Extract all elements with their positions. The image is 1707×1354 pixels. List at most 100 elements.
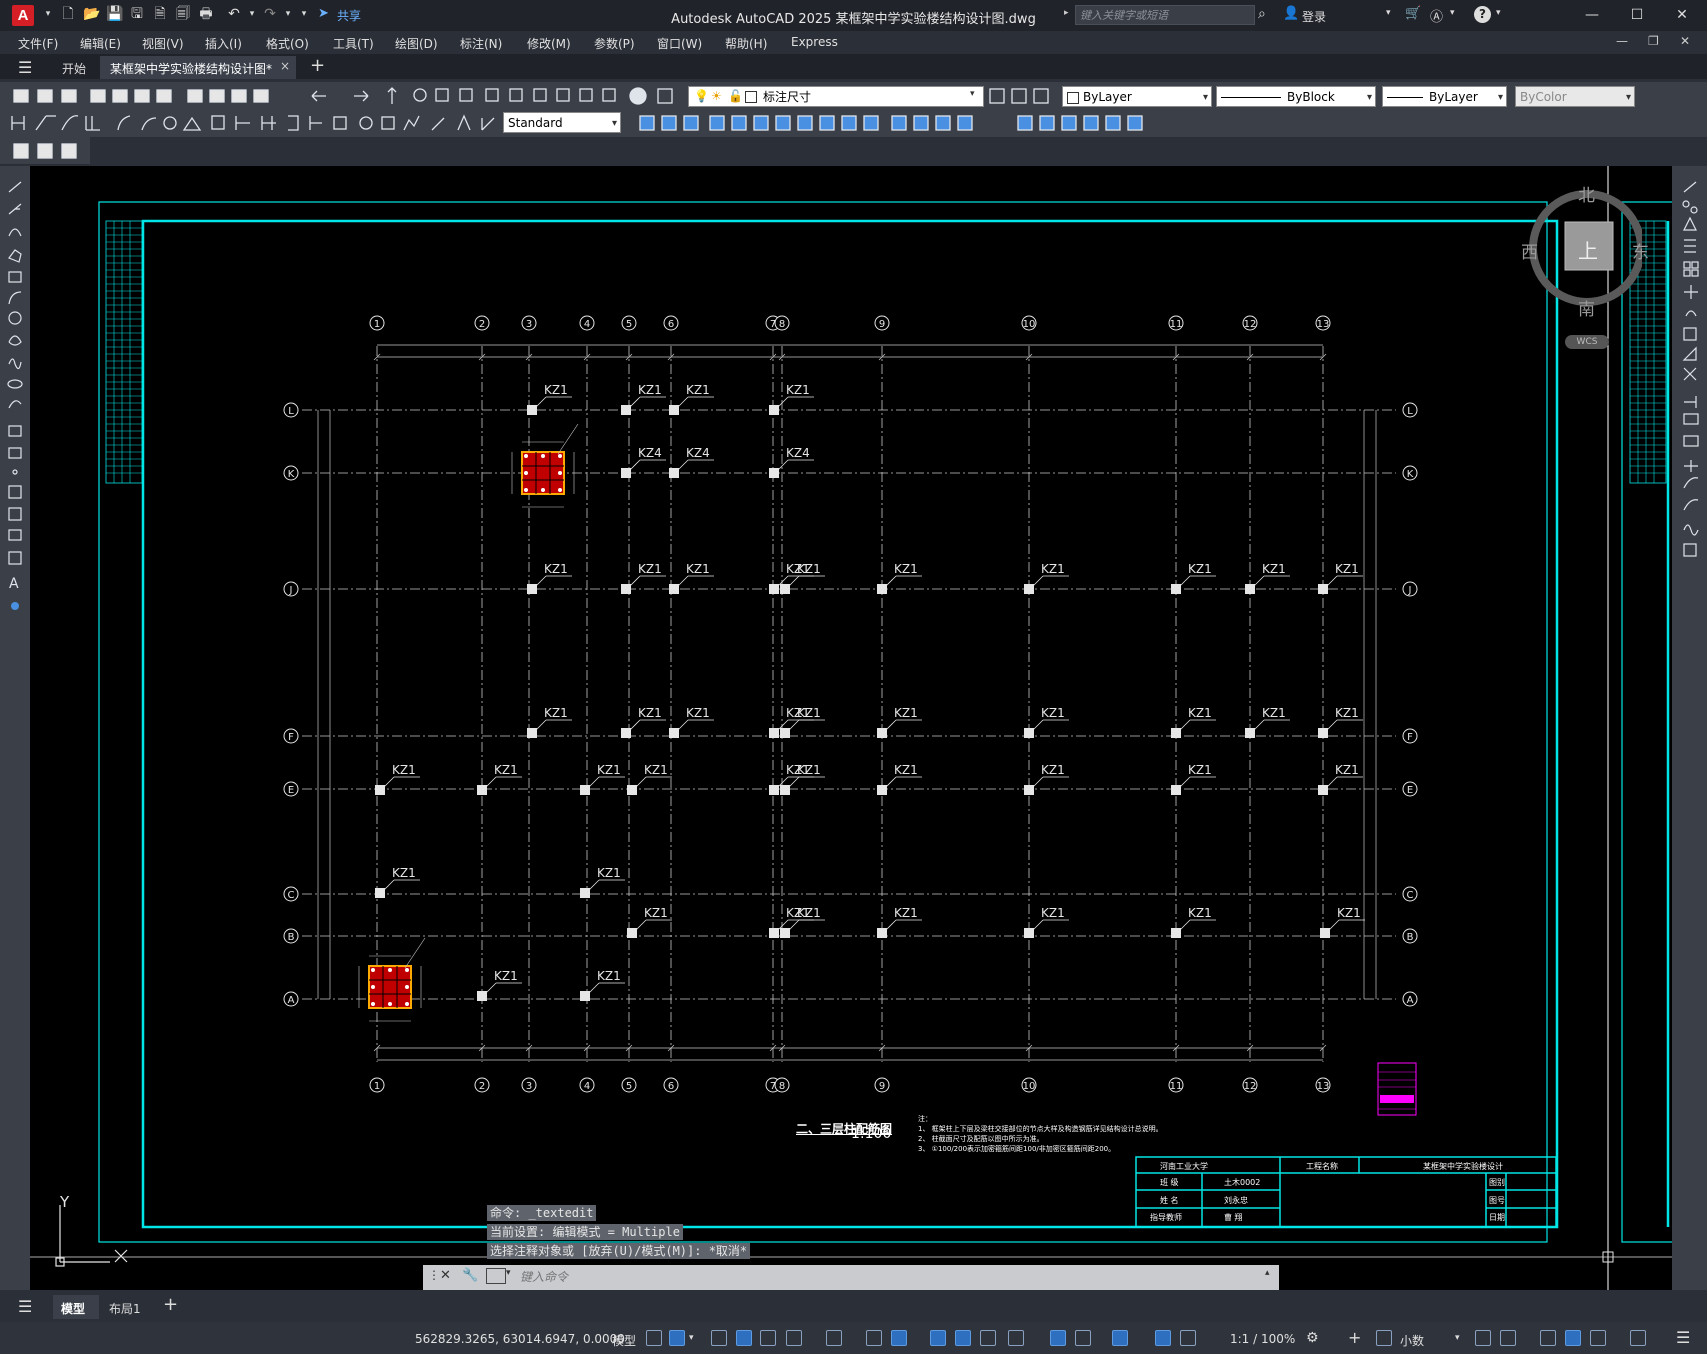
frame-column[interactable]: KZ1 — [627, 763, 672, 795]
object-snap-icon[interactable] — [891, 1330, 907, 1346]
frame-column[interactable]: KZ1 — [877, 763, 922, 795]
command-input[interactable]: 键入命令 — [520, 1266, 1260, 1288]
quick-properties-icon[interactable] — [1475, 1330, 1491, 1346]
command-grip-icon[interactable]: ⋮ — [428, 1268, 440, 1282]
column-tag: KZ1 — [1337, 906, 1361, 920]
frame-column[interactable]: KZ1 — [627, 906, 672, 938]
graphics-performance-icon[interactable] — [1565, 1330, 1581, 1346]
viewcube-north[interactable]: 北 — [1578, 181, 1595, 206]
coordinate-readout[interactable]: 562829.3265, 63014.6947, 0.0000 — [415, 1332, 625, 1346]
column-tag: KZ1 — [1041, 763, 1065, 777]
object-snap-tracking-icon[interactable] — [866, 1330, 882, 1346]
viewcube-west[interactable]: 西 — [1521, 238, 1538, 263]
frame-column[interactable]: KZ1 — [1320, 906, 1365, 938]
command-recent-arrow-icon[interactable]: ▾ — [506, 1268, 511, 1278]
frame-column[interactable]: KZ1 — [375, 866, 420, 898]
annotation-monitor-icon[interactable]: + — [1348, 1328, 1361, 1347]
hardware-accel-icon[interactable] — [1590, 1330, 1606, 1346]
viewcube-south[interactable]: 南 — [1578, 295, 1595, 320]
frame-column[interactable]: KZ1 — [621, 383, 666, 415]
axis-bubble-right-L: L — [1402, 402, 1418, 418]
isodraft-icon[interactable] — [826, 1330, 842, 1346]
column-tag: KZ1 — [1335, 763, 1359, 777]
svg-text:3: 3 — [526, 1081, 532, 1092]
title-block-advisor-label: 指导教师 — [1150, 1213, 1182, 1222]
3d-osnap-icon[interactable] — [1008, 1330, 1024, 1346]
gizmo-icon[interactable] — [1112, 1330, 1128, 1346]
frame-column[interactable]: KZ1 — [527, 706, 572, 738]
snap-icon[interactable] — [669, 1330, 685, 1346]
command-close-icon[interactable]: ✕ — [440, 1268, 451, 1283]
frame-column[interactable]: KZ1 — [477, 763, 522, 795]
axis-bubble-left-J: J — [283, 581, 299, 597]
units-icon[interactable] — [1376, 1330, 1392, 1346]
frame-column[interactable]: KZ4 — [621, 446, 666, 478]
layout-menu-icon[interactable]: ☰ — [18, 1297, 32, 1316]
command-customize-icon[interactable]: 🔧 — [462, 1268, 478, 1283]
grid-icon[interactable] — [646, 1330, 662, 1346]
polar-icon[interactable] — [786, 1330, 802, 1346]
transparency-icon[interactable] — [955, 1330, 971, 1346]
axis-bubble-top-3: 3 — [521, 315, 537, 331]
frame-column[interactable]: KZ1 — [1245, 706, 1290, 738]
frame-column[interactable]: KZ1 — [477, 969, 522, 1001]
ortho-icon[interactable] — [760, 1330, 776, 1346]
command-history-toggle-icon[interactable]: ▴ — [1265, 1268, 1270, 1278]
infer-constraints-icon[interactable] — [711, 1330, 727, 1346]
customize-status-icon[interactable]: ☰ — [1676, 1328, 1690, 1347]
dynamic-input-icon[interactable] — [736, 1330, 752, 1346]
annotation-visibility-icon[interactable] — [1155, 1330, 1171, 1346]
frame-column[interactable]: KZ1 — [1318, 763, 1363, 795]
svg-text:9: 9 — [879, 319, 885, 330]
frame-column[interactable]: KZ1 — [621, 706, 666, 738]
viewcube-top-face[interactable]: 上 — [1578, 235, 1598, 264]
command-prompt-icon[interactable] — [486, 1268, 506, 1284]
lineweight-icon[interactable] — [930, 1330, 946, 1346]
selection-cycling-icon[interactable] — [980, 1330, 996, 1346]
dynamic-ucs-icon[interactable] — [1050, 1330, 1066, 1346]
wcs-menu[interactable]: WCS — [1565, 335, 1609, 349]
frame-column[interactable]: KZ1 — [1318, 706, 1363, 738]
model-space-button[interactable]: 模型 — [612, 1332, 636, 1349]
frame-column[interactable]: KZ1 — [1171, 906, 1216, 938]
frame-column[interactable]: KZ1 — [1171, 706, 1216, 738]
svg-text:12: 12 — [1244, 1081, 1257, 1092]
viewcube-east[interactable]: 东 — [1632, 238, 1649, 263]
frame-column[interactable]: KZ1 — [877, 706, 922, 738]
selection-filter-icon[interactable] — [1075, 1330, 1091, 1346]
title-block-advisor: 曹 翔 — [1224, 1213, 1243, 1222]
title-block-name-label: 姓 名 — [1160, 1196, 1179, 1205]
column-tag: KZ1 — [1335, 706, 1359, 720]
add-layout-icon[interactable]: + — [163, 1294, 178, 1315]
axis-bubble-bottom-13: 13 — [1315, 1077, 1331, 1093]
axis-bubble-left-A: A — [283, 991, 299, 1007]
frame-column[interactable]: KZ1 — [669, 706, 714, 738]
units-arrow-icon[interactable]: ▾ — [1455, 1333, 1460, 1343]
isolate-objects-icon[interactable] — [1540, 1330, 1556, 1346]
tab-layout1[interactable]: 布局1 — [109, 1300, 141, 1317]
axis-bubble-top-9: 9 — [874, 315, 890, 331]
svg-text:J: J — [289, 585, 293, 596]
frame-column[interactable]: KZ1 — [1318, 562, 1363, 594]
clean-screen-icon[interactable] — [1630, 1330, 1646, 1346]
column-tag: KZ1 — [644, 906, 668, 920]
units-value[interactable]: 小数 — [1400, 1332, 1424, 1349]
snap-arrow-icon[interactable]: ▾ — [689, 1333, 694, 1343]
column-tag: KZ1 — [1188, 763, 1212, 777]
annotation-scale[interactable]: 1:1 / 100% — [1230, 1332, 1295, 1346]
frame-column[interactable]: KZ1 — [621, 562, 666, 594]
frame-column[interactable]: KZ1 — [1171, 763, 1216, 795]
frame-column[interactable]: KZ1 — [375, 763, 420, 795]
frame-column[interactable]: KZ1 — [1024, 763, 1069, 795]
workspace-gear-icon[interactable]: ⚙ — [1306, 1330, 1319, 1346]
svg-text:10: 10 — [1023, 319, 1036, 330]
frame-column[interactable]: KZ1 — [877, 906, 922, 938]
drawing-viewport[interactable]: 1122334455667788991010111112121313L LK KJ J… — [0, 0, 1707, 1354]
column-tag: KZ4 — [686, 446, 710, 460]
svg-text:4: 4 — [584, 319, 590, 330]
frame-column[interactable]: KZ1 — [1024, 906, 1069, 938]
frame-column[interactable]: KZ1 — [1024, 706, 1069, 738]
lock-ui-icon[interactable] — [1500, 1330, 1516, 1346]
axis-bubble-bottom-9: 9 — [874, 1077, 890, 1093]
auto-scale-icon[interactable] — [1180, 1330, 1196, 1346]
